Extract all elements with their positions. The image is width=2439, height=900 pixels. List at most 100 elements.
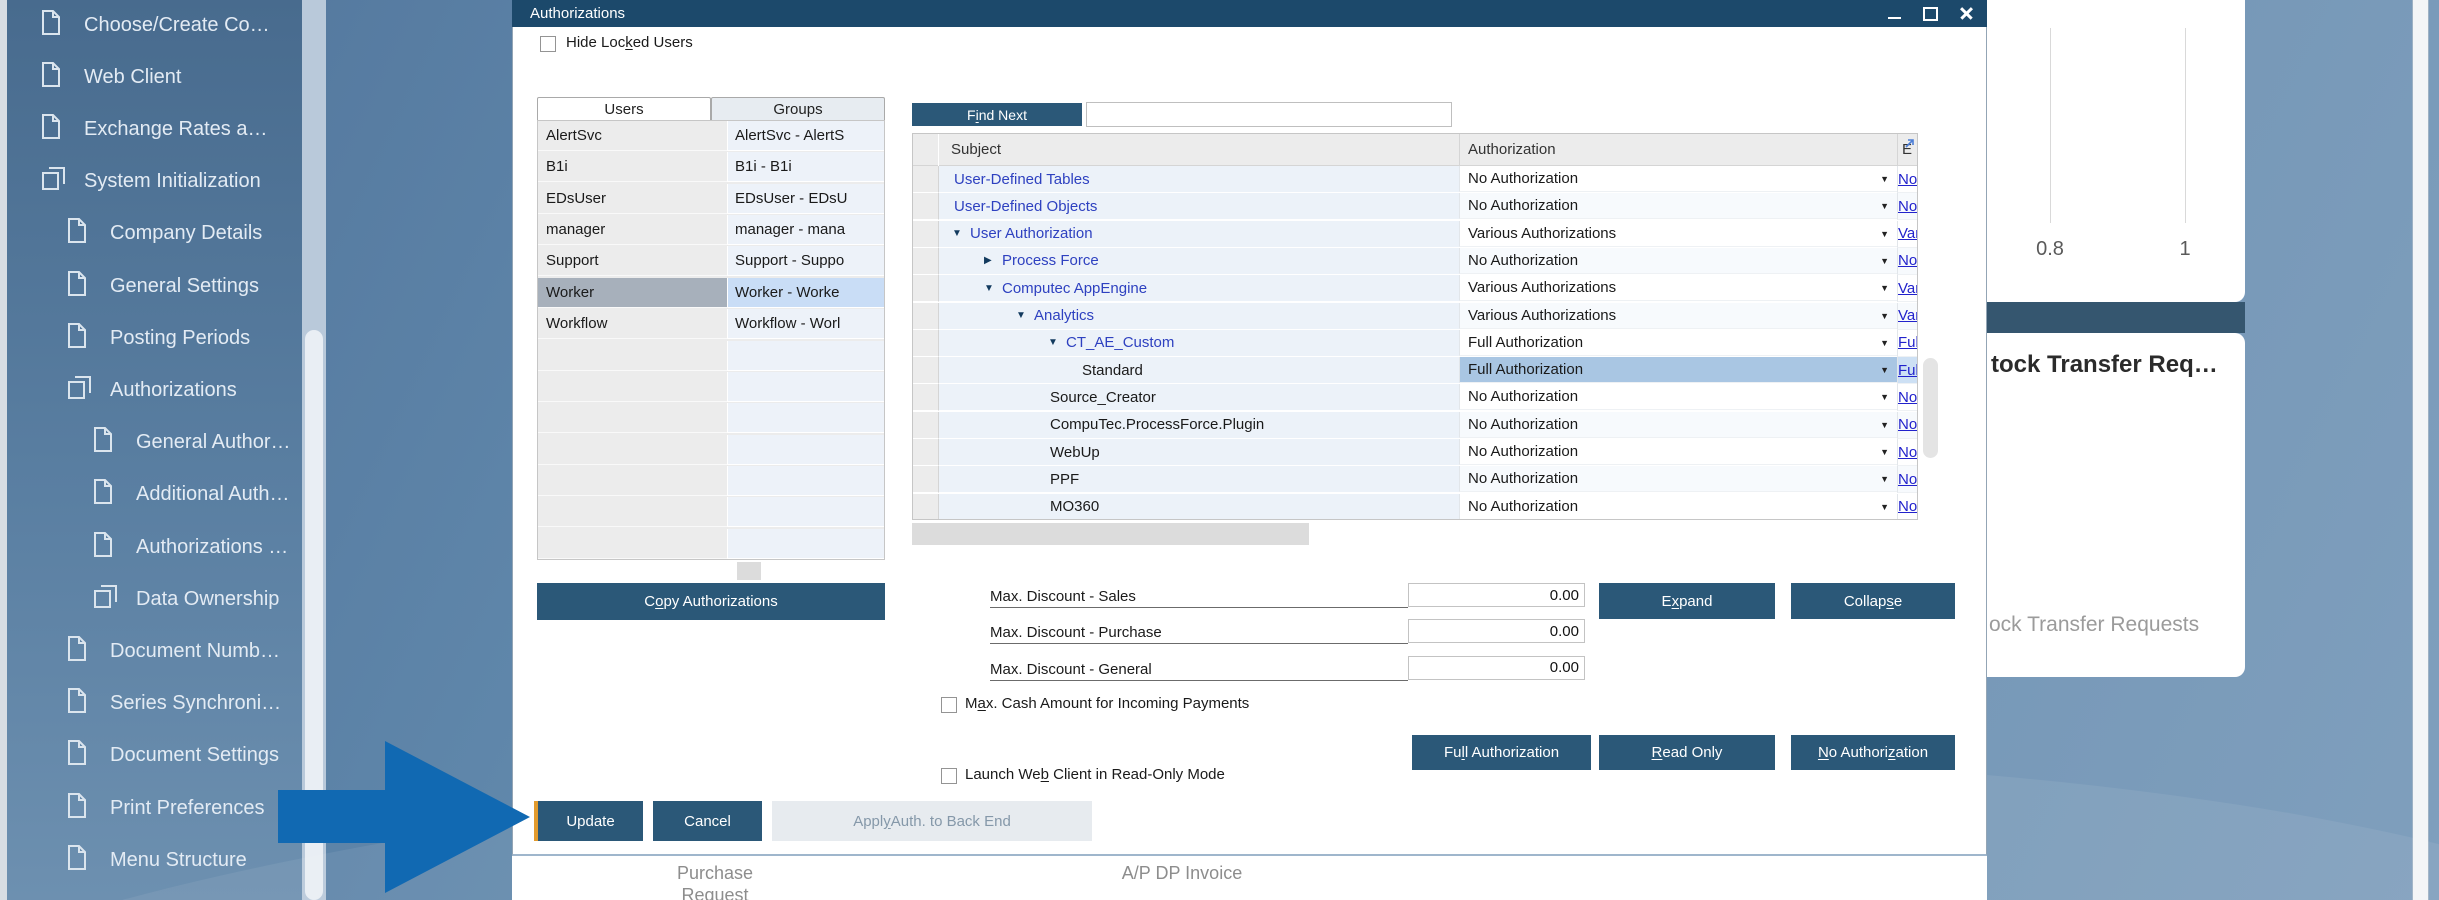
copy-authorizations-button[interactable]: Copy Authorizations [537, 583, 885, 620]
tree-row-gutter[interactable] [913, 193, 939, 220]
user-row[interactable]: B1iB1i - B1i [538, 152, 884, 183]
sidebar-item-web-client[interactable]: Web Client [40, 61, 330, 93]
sidebar-item-authorizations[interactable]: Authorizations … [92, 531, 382, 563]
tree-row-gutter[interactable] [913, 439, 939, 466]
no-authorization-button[interactable]: No Authorization [1791, 735, 1955, 770]
background-dashboard-tile[interactable]: tock Transfer Req… ock Transfer Requests [1987, 333, 2245, 677]
tree-subject-cell[interactable]: User-Defined Objects [939, 193, 1459, 220]
tree-subject-label[interactable]: WebUp [1050, 444, 1100, 461]
tree-collapse-arrow-icon[interactable]: ▼ [1048, 337, 1066, 348]
user-code-cell[interactable]: manager [538, 215, 727, 245]
authorization-link[interactable]: No Authorization [1898, 444, 1918, 461]
user-row[interactable]: AlertSvcAlertSvc - AlertS [538, 121, 884, 152]
authorization-link[interactable]: No Authorization [1898, 198, 1918, 215]
tree-subject-label[interactable]: Standard [1082, 362, 1143, 379]
dropdown-caret-icon[interactable]: ▼ [1880, 392, 1889, 402]
tree-link-cell[interactable]: No Authorization [1897, 439, 1918, 466]
user-code-cell[interactable]: Workflow [538, 309, 727, 339]
tree-subject-label[interactable]: Process Force [1002, 252, 1099, 269]
tree-authorization-cell[interactable]: No Authorization▼ [1459, 193, 1897, 219]
discount-input[interactable]: 0.00 [1408, 656, 1585, 680]
tree-link-cell[interactable]: No Authorization [1897, 466, 1918, 493]
tree-subject-cell[interactable]: ▼Analytics [939, 303, 1459, 330]
tree-row-gutter[interactable] [913, 384, 939, 411]
tree-link-cell[interactable]: Various Authorizations [1897, 275, 1918, 302]
dropdown-caret-icon[interactable]: ▼ [1880, 256, 1889, 266]
tree-subject-label[interactable]: Source_Creator [1050, 389, 1156, 406]
tree-subject-cell[interactable]: ▼CT_AE_Custom [939, 330, 1459, 357]
minimize-button[interactable] [1879, 3, 1909, 25]
discount-input[interactable]: 0.00 [1408, 619, 1585, 643]
authorization-link[interactable]: No Authorization [1898, 498, 1918, 515]
user-display-cell[interactable]: AlertSvc - AlertS [727, 121, 884, 151]
read-only-button[interactable]: Read Only [1599, 735, 1775, 770]
close-button[interactable] [1951, 3, 1981, 25]
tree-row-gutter[interactable] [913, 303, 939, 330]
tree-link-cell[interactable]: Various Authorizations [1897, 221, 1918, 248]
user-row[interactable]: EDsUserEDsUser - EDsU [538, 184, 884, 215]
dropdown-caret-icon[interactable]: ▼ [1880, 447, 1889, 457]
user-code-cell[interactable]: Worker [538, 278, 727, 308]
user-display-cell[interactable]: Support - Suppo [727, 246, 884, 276]
tree-subject-cell[interactable]: ▶Process Force [939, 248, 1459, 275]
tree-vertical-scrollbar-thumb[interactable] [1923, 358, 1938, 458]
search-input[interactable] [1086, 102, 1452, 127]
expand-button[interactable]: Expand [1599, 583, 1775, 619]
dropdown-caret-icon[interactable]: ▼ [1880, 311, 1889, 321]
tree-link-cell[interactable]: No Authorization [1897, 412, 1918, 439]
authorization-link[interactable]: No Authorization [1898, 471, 1918, 488]
tree-subject-label[interactable]: CompuTec.ProcessForce.Plugin [1050, 416, 1264, 433]
tree-authorization-cell[interactable]: No Authorization▼ [1459, 412, 1897, 438]
tree-link-cell[interactable]: No Authorization [1897, 494, 1918, 520]
window-scrollbar[interactable] [2412, 0, 2429, 900]
user-display-cell[interactable]: Worker - Worke [727, 278, 884, 308]
tree-row-gutter[interactable] [913, 248, 939, 275]
tree-authorization-cell[interactable]: No Authorization▼ [1459, 439, 1897, 465]
users-list-scrollbar-thumb[interactable] [737, 562, 761, 580]
collapse-button[interactable]: Collapse [1791, 583, 1955, 619]
tree-authorization-cell[interactable]: Full Authorization▼ [1459, 357, 1897, 383]
hide-locked-users-checkbox[interactable] [540, 36, 556, 52]
user-row[interactable]: WorkerWorker - Worke [538, 278, 884, 309]
tree-authorization-cell[interactable]: No Authorization▼ [1459, 466, 1897, 492]
tree-authorization-cell[interactable]: Various Authorizations▼ [1459, 275, 1897, 301]
dropdown-caret-icon[interactable]: ▼ [1880, 502, 1889, 512]
tree-subject-cell[interactable]: Source_Creator [939, 384, 1459, 411]
authorization-link[interactable]: No Authorization [1898, 171, 1918, 188]
tree-row-gutter[interactable] [913, 494, 939, 520]
tree-authorization-cell[interactable]: No Authorization▼ [1459, 166, 1897, 192]
sidebar-scrollbar-thumb[interactable] [305, 330, 323, 900]
launch-web-client-checkbox[interactable] [941, 768, 957, 784]
dropdown-caret-icon[interactable]: ▼ [1880, 283, 1889, 293]
cancel-button[interactable]: Cancel [653, 801, 762, 841]
tree-link-cell[interactable]: Full Authorization [1897, 357, 1918, 384]
user-display-cell[interactable]: B1i - B1i [727, 152, 884, 182]
discount-input[interactable]: 0.00 [1408, 583, 1585, 607]
tree-row-gutter[interactable] [913, 221, 939, 248]
tree-link-cell[interactable]: No Authorization [1897, 166, 1918, 193]
user-display-cell[interactable]: manager - mana [727, 215, 884, 245]
user-row[interactable]: WorkflowWorkflow - Worl [538, 309, 884, 340]
tree-subject-cell[interactable]: ▼User Authorization [939, 221, 1459, 248]
tree-subject-label[interactable]: Computec AppEngine [1002, 280, 1147, 297]
tree-subject-label[interactable]: User-Defined Objects [954, 198, 1097, 215]
tree-subject-cell[interactable]: ▼Computec AppEngine [939, 275, 1459, 302]
authorization-link[interactable]: Various Authorizations [1898, 307, 1918, 324]
tree-row-gutter[interactable] [913, 466, 939, 493]
sidebar-item-general-author[interactable]: General Author… [92, 427, 382, 459]
tree-subject-label[interactable]: Analytics [1034, 307, 1094, 324]
tree-link-cell[interactable]: Various Authorizations [1897, 303, 1918, 330]
tree-row-gutter[interactable] [913, 275, 939, 302]
dropdown-caret-icon[interactable]: ▼ [1880, 365, 1889, 375]
tree-authorization-cell[interactable]: Full Authorization▼ [1459, 330, 1897, 356]
user-display-cell[interactable]: Workflow - Worl [727, 309, 884, 339]
tree-subject-cell[interactable]: MO360 [939, 494, 1459, 520]
authorization-link[interactable]: Various Authorizations [1898, 225, 1918, 242]
tree-subject-label[interactable]: CT_AE_Custom [1066, 334, 1174, 351]
sidebar-scrollbar[interactable] [302, 0, 326, 900]
sidebar-item-system-initialization[interactable]: System Initialization [40, 166, 330, 198]
dropdown-caret-icon[interactable]: ▼ [1880, 174, 1889, 184]
tree-subject-label[interactable]: User Authorization [970, 225, 1093, 242]
tree-subject-label[interactable]: User-Defined Tables [954, 171, 1090, 188]
tree-row-gutter[interactable] [913, 330, 939, 357]
